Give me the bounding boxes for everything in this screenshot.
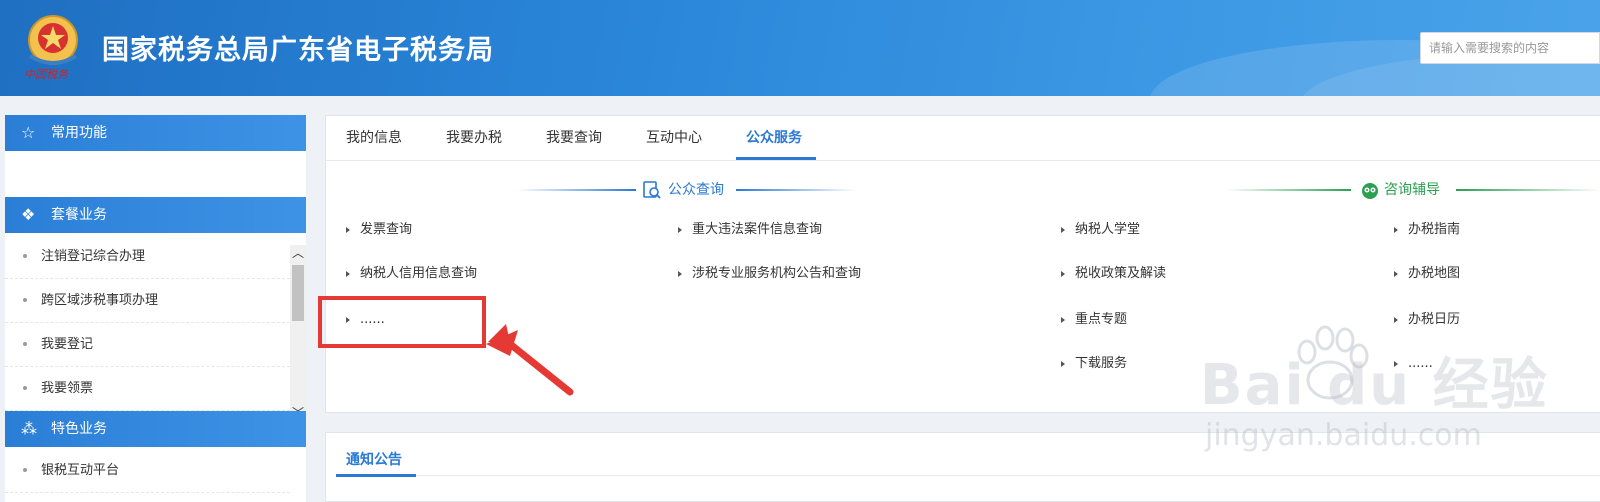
sidebar-header-label: 套餐业务 [51, 207, 107, 223]
bullet [23, 468, 27, 472]
caret-right-icon [1394, 271, 1398, 277]
sidebar-header-special[interactable]: ⁂ 特色业务 [5, 411, 306, 447]
sidebar-item-label: 跨区域涉税事项办理 [41, 293, 159, 308]
section-divider [736, 189, 856, 191]
star-icon: ☆ [21, 123, 36, 142]
bullet [23, 254, 27, 258]
sidebar-header-common[interactable]: ☆ 常用功能 [5, 115, 306, 151]
sidebar-item-label: 我要登记 [41, 337, 94, 352]
link-key-topics[interactable]: 重点专题 [1061, 310, 1127, 330]
caret-right-icon [1394, 227, 1398, 233]
bullet [23, 298, 27, 302]
link-agency-query[interactable]: 涉税专业服务机构公告和查询 [678, 264, 861, 284]
sidebar-item-deregistration[interactable]: 注销登记综合办理 [5, 235, 290, 279]
tab-query[interactable]: 我要查询 [546, 116, 602, 161]
sidebar: ☆ 常用功能 ❖ 套餐业务 注销登记综合办理 跨区域涉税事项办理 我要登记 我要… [5, 115, 306, 502]
link-tax-policy[interactable]: 税收政策及解读 [1061, 264, 1166, 284]
annotation-highlight-box [318, 296, 486, 348]
active-tab-indicator [336, 474, 416, 477]
search-input[interactable]: 请输入需要搜索的内容 [1420, 32, 1600, 64]
sidebar-scrollbar[interactable]: ︿ ﹀ [290, 245, 306, 421]
annotation-arrow-icon [486, 324, 574, 396]
layers-icon: ❖ [21, 205, 36, 224]
link-tax-guide[interactable]: 办税指南 [1394, 220, 1460, 240]
notice-tab[interactable]: 通知公告 [346, 443, 402, 477]
link-downloads[interactable]: 下载服务 [1061, 354, 1127, 374]
watermark-url: jingyan.baidu.com [1205, 418, 1482, 453]
caret-right-icon [1394, 317, 1398, 323]
search-doc-icon [643, 181, 661, 199]
link-invoice-query[interactable]: 发票查询 [346, 220, 412, 240]
tab-handle-tax[interactable]: 我要办税 [446, 116, 502, 161]
sidebar-item-label: 银税互动平台 [41, 463, 120, 478]
caret-right-icon [1061, 227, 1065, 233]
caret-right-icon [678, 271, 682, 277]
link-tax-calendar[interactable]: 办税日历 [1394, 310, 1460, 330]
link-credit-query[interactable]: 纳税人信用信息查询 [346, 264, 477, 284]
site-title[interactable]: 国家税务总局广东省电子税务局 [102, 28, 494, 67]
sidebar-item-label: 我要领票 [41, 381, 94, 396]
active-tab-indicator [736, 157, 816, 160]
sidebar-item-get-invoice[interactable]: 我要领票 [5, 367, 290, 411]
divider [336, 475, 1600, 476]
tab-interaction[interactable]: 互动中心 [646, 116, 702, 161]
caret-right-icon [346, 227, 350, 233]
tab-my-info[interactable]: 我的信息 [346, 116, 402, 161]
sidebar-header-package[interactable]: ❖ 套餐业务 [5, 197, 306, 233]
site-header: 中国税务 国家税务总局广东省电子税务局 请输入需要搜索的内容 [0, 0, 1600, 96]
caret-right-icon [346, 271, 350, 277]
caret-right-icon [1061, 317, 1065, 323]
grid-icon: ⁂ [21, 419, 37, 438]
logo-caption: 中国税务 [24, 68, 68, 81]
section-title-public-query: 公众查询 [668, 182, 724, 198]
link-taxpayer-school[interactable]: 纳税人学堂 [1061, 220, 1140, 240]
owl-icon [1362, 183, 1378, 199]
caret-right-icon [678, 227, 682, 233]
caret-right-icon [1061, 271, 1065, 277]
bullet [23, 386, 27, 390]
sidebar-header-label: 常用功能 [51, 125, 107, 141]
tab-bar: 我的信息 我要办税 我要查询 互动中心 公众服务 [326, 116, 1600, 161]
link-tax-map[interactable]: 办税地图 [1394, 264, 1460, 284]
section-divider [516, 189, 636, 191]
sidebar-item-bank-tax[interactable]: 银税互动平台 [5, 449, 290, 493]
section-title-consult: 咨询辅导 [1384, 182, 1440, 198]
section-divider [1456, 189, 1600, 191]
sidebar-item-label: 注销登记综合办理 [41, 249, 146, 264]
sidebar-item-register[interactable]: 我要登记 [5, 323, 290, 367]
link-violation-query[interactable]: 重大违法案件信息查询 [678, 220, 822, 240]
caret-right-icon [1061, 361, 1065, 367]
scroll-thumb[interactable] [292, 265, 304, 321]
chevron-up-icon[interactable]: ︿ [290, 245, 306, 261]
watermark-brand: Bai du 经验 [1200, 353, 1549, 418]
sidebar-item-cross-region[interactable]: 跨区域涉税事项办理 [5, 279, 290, 323]
section-divider [1226, 189, 1351, 191]
tab-public-service[interactable]: 公众服务 [746, 116, 802, 161]
sidebar-header-label: 特色业务 [51, 421, 107, 437]
bullet [23, 342, 27, 346]
